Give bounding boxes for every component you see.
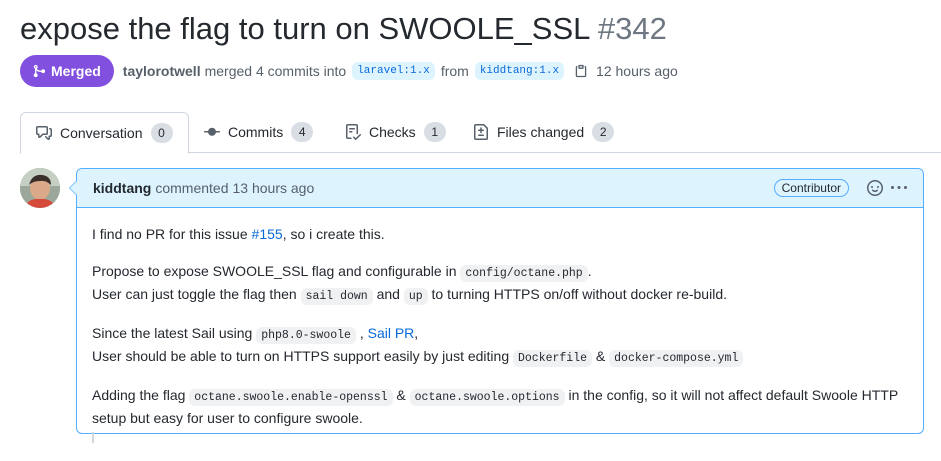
text-run: Adding the flag: [92, 387, 190, 403]
pr-title: expose the flag to turn on SWOOLE_SSL #3…: [20, 8, 667, 50]
git-merge-icon: [33, 64, 46, 78]
issue-link[interactable]: #155: [252, 226, 283, 242]
copy-icon[interactable]: [574, 64, 588, 78]
pr-number[interactable]: #342: [598, 11, 667, 46]
inline-code: php8.0-swoole: [256, 327, 356, 344]
inline-code: up: [403, 288, 428, 305]
text-run: &: [592, 348, 610, 364]
comment-header-actions: Contributor: [773, 169, 907, 207]
text-run: and: [372, 286, 404, 302]
sail-pr-link[interactable]: Sail PR: [368, 325, 415, 341]
base-branch[interactable]: laravel:1.x: [352, 62, 435, 80]
comment-body: I find no PR for this issue #155, so i c…: [77, 208, 923, 461]
text-run: Propose to expose SWOOLE_SSL flag and co…: [92, 263, 461, 279]
kebab-menu-icon[interactable]: [891, 180, 907, 196]
text-run: User should be able to turn on HTTPS sup…: [92, 348, 513, 364]
avatar[interactable]: [20, 168, 60, 208]
inline-code: octane.swoole.enable-openssl: [189, 389, 393, 406]
text-run: .: [587, 263, 592, 279]
tab-commits-label: Commits: [228, 124, 284, 140]
tab-checks-label: Checks: [369, 124, 416, 140]
pull-request-page: expose the flag to turn on SWOOLE_SSL #3…: [0, 0, 941, 443]
merged-state-label: Merged: [51, 63, 101, 79]
tab-files-changed[interactable]: Files changed 2: [473, 112, 615, 152]
file-diff-icon: [474, 124, 488, 140]
text-run: Since the latest Sail using: [92, 325, 257, 341]
inline-code: docker-compose.yml: [609, 350, 744, 367]
text-run: , so i create this.: [282, 226, 385, 242]
pr-meta: Merged taylorotwell merged 4 commits int…: [20, 55, 678, 87]
tab-files-changed-count: 2: [592, 122, 615, 142]
merge-action-text: merged 4 commits into: [204, 63, 347, 79]
merge-time[interactable]: 12 hours ago: [596, 63, 678, 79]
inline-code: sail down: [300, 288, 373, 305]
comment-action: commented: [155, 180, 229, 196]
tab-checks-count: 1: [423, 122, 446, 142]
tab-files-changed-label: Files changed: [497, 124, 585, 140]
smiley-icon[interactable]: [867, 180, 883, 196]
pr-tabs: Conversation 0 Commits 4 Checks 1 Files …: [20, 112, 941, 154]
tab-conversation[interactable]: Conversation 0: [20, 112, 189, 154]
tab-conversation-label: Conversation: [60, 125, 143, 141]
pr-title-text: expose the flag to turn on SWOOLE_SSL: [20, 11, 590, 46]
tab-conversation-count: 0: [150, 123, 173, 143]
text-run: to turning HTTPS on/off without docker r…: [427, 286, 727, 302]
merged-state-badge: Merged: [20, 55, 114, 87]
contributor-badge: Contributor: [773, 179, 849, 197]
text-run: User can just toggle the flag then: [92, 286, 301, 302]
tab-commits[interactable]: Commits 4: [204, 112, 314, 152]
checklist-icon: [346, 124, 361, 140]
tab-commits-count: 4: [291, 122, 314, 142]
inline-code: config/octane.php: [460, 265, 588, 282]
from-text: from: [440, 63, 469, 79]
text-run: ,: [414, 325, 419, 341]
text-run: &: [392, 387, 410, 403]
text-run: ,: [355, 325, 368, 341]
timeline-line: [92, 432, 94, 443]
git-commit-icon: [204, 127, 220, 136]
comment-discussion-icon: [36, 126, 52, 140]
comment-paragraph: Propose to expose SWOOLE_SSL flag and co…: [92, 261, 908, 307]
comment-paragraph: I find no PR for this issue #155, so i c…: [92, 224, 908, 245]
inline-code: Dockerfile: [513, 350, 593, 367]
comment-header: kiddtang commented 13 hours ago Contribu…: [77, 169, 923, 208]
comment-box: kiddtang commented 13 hours ago Contribu…: [69, 168, 924, 434]
tab-checks[interactable]: Checks 1: [345, 112, 446, 152]
comment-paragraph: Adding the flag octane.swoole.enable-ope…: [92, 385, 908, 429]
inline-code: octane.swoole.options: [409, 389, 565, 406]
text-run: I find no PR for this issue: [92, 226, 252, 242]
merger-link[interactable]: taylorotwell: [123, 63, 201, 79]
comment-author[interactable]: kiddtang: [93, 180, 151, 196]
comment-time[interactable]: 13 hours ago: [233, 180, 315, 196]
comment-paragraph: Since the latest Sail using php8.0-swool…: [92, 323, 908, 369]
head-branch[interactable]: kiddtang:1.x: [474, 62, 565, 80]
